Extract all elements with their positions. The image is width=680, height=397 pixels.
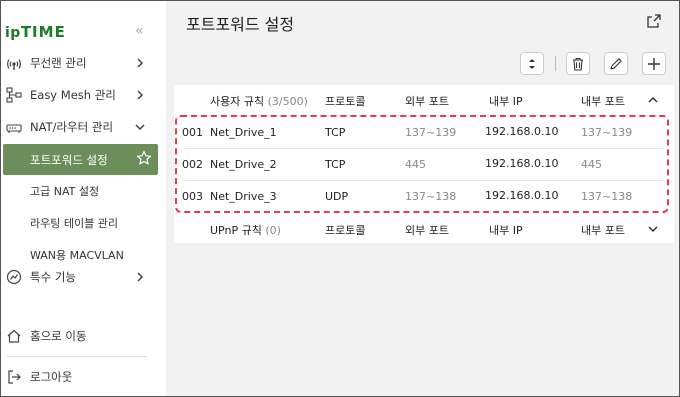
sidebar-item-routing-table[interactable]: 라우팅 테이블 관리 bbox=[1, 209, 161, 237]
sidebar-item-home[interactable]: 홈으로 이동 bbox=[1, 322, 161, 350]
sidebar-divider bbox=[7, 356, 147, 357]
sidebar-item-label: 로그아웃 bbox=[30, 370, 73, 384]
rule-name: Net_Drive_2 bbox=[210, 158, 277, 171]
rules-card: 사용자 규칙 (3/500) 프로토콜 외부 포트 내부 IP 내부 포트 00… bbox=[174, 85, 674, 243]
star-icon[interactable] bbox=[136, 150, 152, 166]
sidebar-item-label: 포트포워드 설정 bbox=[30, 152, 108, 167]
sort-button[interactable] bbox=[520, 52, 544, 75]
row-divider bbox=[184, 180, 664, 181]
row-divider bbox=[184, 115, 664, 116]
rules-header-title: 사용자 규칙 bbox=[210, 95, 265, 108]
upnp-count: (0) bbox=[265, 224, 281, 237]
rule-internal-port: 137~139 bbox=[581, 126, 633, 139]
export-icon[interactable] bbox=[646, 13, 662, 29]
rule-internal-ip: 192.168.0.10 bbox=[485, 125, 559, 138]
rule-internal-port: 445 bbox=[581, 158, 602, 171]
rule-protocol: TCP bbox=[325, 158, 346, 171]
upnp-external-port-header: 외부 포트 bbox=[405, 224, 449, 237]
rule-name: Net_Drive_3 bbox=[210, 190, 277, 203]
sidebar-item-label: 라우팅 테이블 관리 bbox=[30, 217, 118, 230]
sidebar-item-label: 특수 기능 bbox=[30, 270, 76, 284]
rule-external-port: 445 bbox=[405, 158, 426, 171]
sidebar-item-label: 무선랜 관리 bbox=[30, 56, 87, 70]
chevron-right-icon bbox=[137, 58, 144, 68]
page-title: 포트포워드 설정 bbox=[186, 15, 295, 34]
rules-count: (3/500) bbox=[267, 95, 308, 108]
chevron-up-icon[interactable] bbox=[648, 95, 658, 105]
rule-protocol: UDP bbox=[325, 190, 349, 203]
logo-ip: ip bbox=[5, 25, 21, 41]
iptime-logo[interactable]: ipTIME bbox=[5, 23, 66, 41]
rule-number: 003 bbox=[182, 190, 203, 203]
rules-name-header: 사용자 규칙 (3/500) bbox=[210, 93, 308, 109]
home-icon bbox=[7, 329, 21, 343]
rule-internal-ip: 192.168.0.10 bbox=[485, 157, 559, 170]
internal-port-header: 내부 포트 bbox=[581, 95, 625, 108]
external-port-header: 외부 포트 bbox=[405, 95, 449, 108]
upnp-protocol-header: 프로토콜 bbox=[325, 224, 366, 237]
sidebar-item-wireless[interactable]: 무선랜 관리 bbox=[1, 49, 161, 77]
sidebar-item-logout[interactable]: 로그아웃 bbox=[1, 363, 161, 391]
router-icon bbox=[6, 124, 22, 133]
protocol-header: 프로토콜 bbox=[325, 95, 366, 108]
logo-time: TIME bbox=[20, 23, 66, 41]
add-button[interactable] bbox=[642, 52, 666, 75]
sidebar: ipTIME « 무선랜 관리 Easy Mesh 관리 NAT/라우터 관리 … bbox=[1, 1, 166, 396]
rule-external-port: 137~138 bbox=[405, 190, 457, 203]
sidebar-item-label: WAN용 MACVLAN bbox=[30, 249, 124, 262]
trash-icon bbox=[573, 57, 583, 71]
sidebar-item-label: 홈으로 이동 bbox=[30, 329, 87, 343]
toolbar-divider bbox=[555, 56, 556, 71]
sidebar-item-label: Easy Mesh 관리 bbox=[30, 88, 116, 102]
sidebar-item-label: NAT/라우터 관리 bbox=[30, 120, 114, 134]
rule-internal-ip: 192.168.0.10 bbox=[485, 189, 559, 202]
collapse-sidebar-icon[interactable]: « bbox=[135, 23, 144, 39]
rule-external-port: 137~139 bbox=[405, 126, 457, 139]
internal-ip-header: 내부 IP bbox=[489, 95, 523, 108]
mesh-network-icon bbox=[6, 87, 22, 103]
row-divider bbox=[184, 148, 664, 149]
chevron-down-icon[interactable] bbox=[648, 224, 658, 234]
sidebar-item-easy-mesh[interactable]: Easy Mesh 관리 bbox=[1, 81, 161, 109]
special-feature-icon bbox=[6, 269, 22, 285]
main-panel: 포트포워드 설정 사용자 규칙 (3/500) 프로토콜 외부 포트 내부 IP bbox=[166, 1, 679, 396]
sidebar-item-nat-router[interactable]: NAT/라우터 관리 bbox=[1, 113, 161, 141]
rule-protocol: TCP bbox=[325, 126, 346, 139]
chevron-right-icon bbox=[137, 90, 144, 100]
rule-internal-port: 137~138 bbox=[581, 190, 633, 203]
chevron-right-icon bbox=[137, 272, 144, 282]
wifi-icon bbox=[7, 59, 21, 70]
rule-number: 002 bbox=[182, 158, 203, 171]
plus-icon bbox=[648, 57, 660, 70]
rule-name: Net_Drive_1 bbox=[210, 126, 277, 139]
chevron-down-icon bbox=[135, 124, 145, 131]
sidebar-item-special-features[interactable]: 특수 기능 bbox=[1, 263, 161, 291]
rule-number: 001 bbox=[182, 126, 203, 139]
logout-icon bbox=[8, 370, 21, 384]
upnp-internal-ip-header: 내부 IP bbox=[489, 224, 523, 237]
sidebar-item-port-forward[interactable]: 포트포워드 설정 bbox=[3, 144, 158, 175]
sidebar-item-label: 고급 NAT 설정 bbox=[30, 185, 100, 198]
sort-up-down-icon bbox=[529, 58, 535, 69]
pencil-icon bbox=[610, 57, 622, 70]
sidebar-item-advanced-nat[interactable]: 고급 NAT 설정 bbox=[1, 177, 161, 205]
edit-button[interactable] bbox=[604, 52, 628, 75]
delete-button[interactable] bbox=[566, 52, 590, 75]
upnp-header-title: UPnP 규칙 bbox=[210, 224, 262, 237]
upnp-name-header: UPnP 규칙 (0) bbox=[210, 222, 281, 238]
upnp-internal-port-header: 내부 포트 bbox=[581, 224, 625, 237]
